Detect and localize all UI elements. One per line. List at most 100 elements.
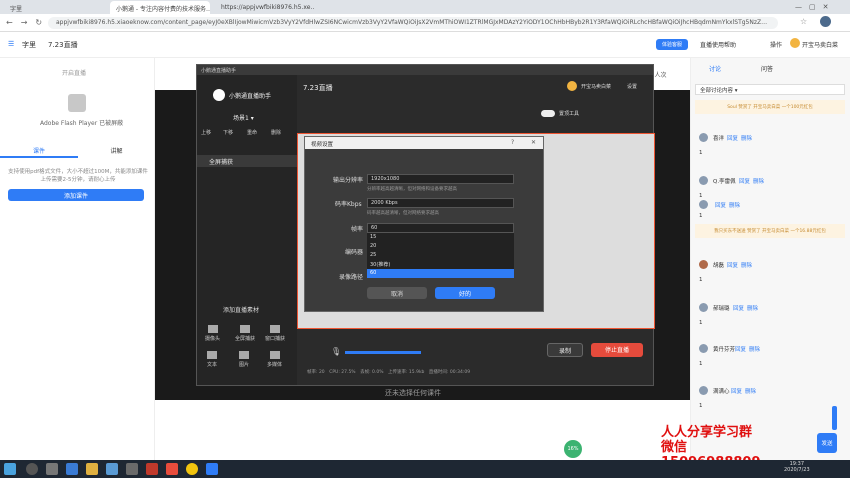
text-source[interactable]: 文本 bbox=[207, 351, 217, 368]
image-source[interactable]: 图片 bbox=[239, 351, 249, 368]
cpu-widget: 16% bbox=[564, 440, 582, 458]
scene-rename[interactable]: 重命 bbox=[247, 129, 257, 136]
window-capture-source[interactable]: 窗口捕获 bbox=[265, 325, 285, 342]
resolution-select[interactable]: 1920x1080 bbox=[367, 174, 514, 184]
reply-link[interactable]: 回复 bbox=[735, 345, 746, 353]
scene-up[interactable]: 上移 bbox=[201, 129, 211, 136]
reply-link[interactable]: 回复 bbox=[715, 201, 726, 209]
discussion-filter[interactable]: 全部讨论内容 ▾ bbox=[695, 84, 845, 95]
comment-item: 郝瑞璐 回复 删除 1 bbox=[699, 303, 844, 326]
volume-slider[interactable] bbox=[345, 351, 421, 354]
add-courseware-button[interactable]: 添加课件 bbox=[8, 189, 144, 201]
screen-capture-source[interactable]: 全屏捕获 bbox=[235, 325, 255, 342]
star-icon[interactable]: ☆ bbox=[800, 17, 807, 26]
tab-discussion[interactable]: 讨论 bbox=[691, 64, 739, 76]
clock[interactable]: 19:37 2020/7/23 bbox=[784, 461, 810, 473]
avatar bbox=[699, 303, 708, 312]
bitrate-select[interactable]: 2000 Kbps bbox=[367, 198, 514, 208]
comment-item: Q.李雷佩 回复 删除 1 bbox=[699, 176, 844, 199]
logo-icon bbox=[213, 89, 225, 101]
top-toggle[interactable] bbox=[541, 110, 555, 117]
scene-down[interactable]: 下移 bbox=[223, 129, 233, 136]
stop-live-button[interactable]: 停止直播 bbox=[591, 343, 643, 357]
store-icon[interactable] bbox=[106, 463, 118, 475]
video-settings-dialog: 视频设置 ? ✕ 输出分辨率 1920x1080 分辨率越高越清晰，但对网络和设… bbox=[304, 136, 544, 312]
dialog-titlebar: 视频设置 bbox=[305, 137, 543, 149]
settings-menu[interactable]: 设置 bbox=[627, 83, 637, 90]
task-view-icon[interactable] bbox=[46, 463, 58, 475]
status-bar: 帧率: 20 CPU: 27.5% 丢帧: 0.0% 上传速率: 15.9kb … bbox=[307, 370, 471, 375]
app-icon[interactable] bbox=[126, 463, 138, 475]
delete-link[interactable]: 删除 bbox=[745, 387, 756, 395]
tab-explain[interactable]: 讲解 bbox=[78, 146, 155, 158]
avatar bbox=[699, 344, 708, 353]
operate-link[interactable]: 操作 bbox=[770, 40, 782, 49]
gift-notice: 我只买东不送送 赞赏了 开宝马卖白菜 一个16.88元红包 bbox=[695, 224, 845, 238]
reply-link[interactable]: 回复 bbox=[733, 304, 744, 312]
edge-icon[interactable] bbox=[66, 463, 78, 475]
scene-delete[interactable]: 删除 bbox=[271, 129, 281, 136]
username[interactable]: 开宝马卖白菜 bbox=[802, 40, 838, 49]
window-controls[interactable]: — ▢ ✕ bbox=[795, 2, 828, 12]
app-header: ☰ 字里 7.23直播 体验客服 直播使用帮助 操作 开宝马卖白菜 bbox=[0, 32, 850, 58]
ok-button[interactable]: 好的 bbox=[435, 287, 495, 299]
delete-link[interactable]: 删除 bbox=[741, 134, 752, 142]
reply-link[interactable]: 回复 bbox=[727, 261, 738, 269]
source-item[interactable]: 全屏捕获 bbox=[197, 155, 297, 167]
reply-link[interactable]: 回复 bbox=[727, 134, 738, 142]
delete-link[interactable]: 删除 bbox=[741, 261, 752, 269]
camera-icon bbox=[207, 325, 218, 333]
browser-tab-active[interactable]: 小鹅通 - 专注内容付费的技术服务… bbox=[110, 1, 210, 14]
cancel-button[interactable]: 取消 bbox=[367, 287, 427, 299]
chrome-icon[interactable] bbox=[186, 463, 198, 475]
service-button[interactable]: 体验客服 bbox=[656, 39, 688, 50]
browser-tab[interactable]: https://appjvwfbiki8976.h5.xe… bbox=[215, 1, 315, 14]
record-path-label: 录像路径 bbox=[339, 274, 364, 281]
live-assistant-icon[interactable] bbox=[206, 463, 218, 475]
record-button[interactable]: 录制 bbox=[547, 343, 583, 357]
fps-option[interactable]: 25 bbox=[367, 251, 514, 260]
browser-tab[interactable]: 字里 bbox=[4, 1, 104, 14]
avatar bbox=[699, 260, 708, 269]
avatar bbox=[699, 200, 708, 209]
delete-link[interactable]: 删除 bbox=[749, 345, 760, 353]
fps-select[interactable]: 60 bbox=[367, 223, 514, 233]
url-input[interactable]: appjvwfbiki8976.h5.xiaoeknow.com/content… bbox=[48, 17, 778, 29]
search-icon[interactable] bbox=[26, 463, 38, 475]
fps-option[interactable]: 30(推荐) bbox=[367, 260, 514, 269]
reply-link[interactable]: 回复 bbox=[731, 387, 742, 395]
fps-option[interactable]: 15 bbox=[367, 233, 514, 242]
add-source-label: 添加直播素材 bbox=[223, 307, 260, 314]
folder-icon[interactable] bbox=[86, 463, 98, 475]
scene-selector[interactable]: 场景1 ▾ bbox=[233, 113, 254, 122]
comment-item: 回复 删除 1 bbox=[699, 200, 844, 222]
send-button[interactable]: 发送 bbox=[817, 433, 837, 453]
close-icon[interactable]: ✕ bbox=[531, 139, 536, 146]
tab-courseware[interactable]: 课件 bbox=[0, 146, 78, 158]
camera-source[interactable]: 摄像头 bbox=[205, 325, 220, 342]
avatar bbox=[790, 38, 800, 48]
menu-icon[interactable]: ☰ bbox=[8, 40, 14, 48]
delete-link[interactable]: 删除 bbox=[753, 177, 764, 185]
gift-notice: Soul 赞赏了 开宝马卖白菜 一个100元红包 bbox=[695, 100, 845, 114]
scrollbar[interactable] bbox=[832, 406, 837, 430]
fps-option-selected[interactable]: 60 bbox=[367, 269, 514, 278]
delete-link[interactable]: 删除 bbox=[747, 304, 758, 312]
app-icon[interactable] bbox=[166, 463, 178, 475]
assistant-username: 开宝马卖白菜 bbox=[581, 84, 612, 90]
tab-qa[interactable]: 问答 bbox=[749, 64, 785, 76]
brand: 字里 bbox=[22, 41, 36, 49]
reply-link[interactable]: 回复 bbox=[739, 177, 750, 185]
app-icon[interactable] bbox=[146, 463, 158, 475]
help-icon[interactable]: ? bbox=[511, 139, 514, 146]
delete-link[interactable]: 删除 bbox=[729, 201, 740, 209]
profile-icon[interactable] bbox=[820, 16, 831, 27]
media-source[interactable]: 多媒体 bbox=[267, 351, 282, 368]
help-link[interactable]: 直播使用帮助 bbox=[700, 40, 736, 49]
avatar bbox=[699, 133, 708, 142]
start-icon[interactable] bbox=[4, 463, 16, 475]
nav-buttons[interactable]: ← → ↻ bbox=[6, 17, 42, 28]
upload-tip: 支持使用pdf格式文件，大小不超过100M，共能添加课件上传需要2-5分钟，请耐… bbox=[8, 169, 148, 183]
monitor-icon bbox=[240, 325, 250, 333]
fps-option[interactable]: 20 bbox=[367, 242, 514, 251]
